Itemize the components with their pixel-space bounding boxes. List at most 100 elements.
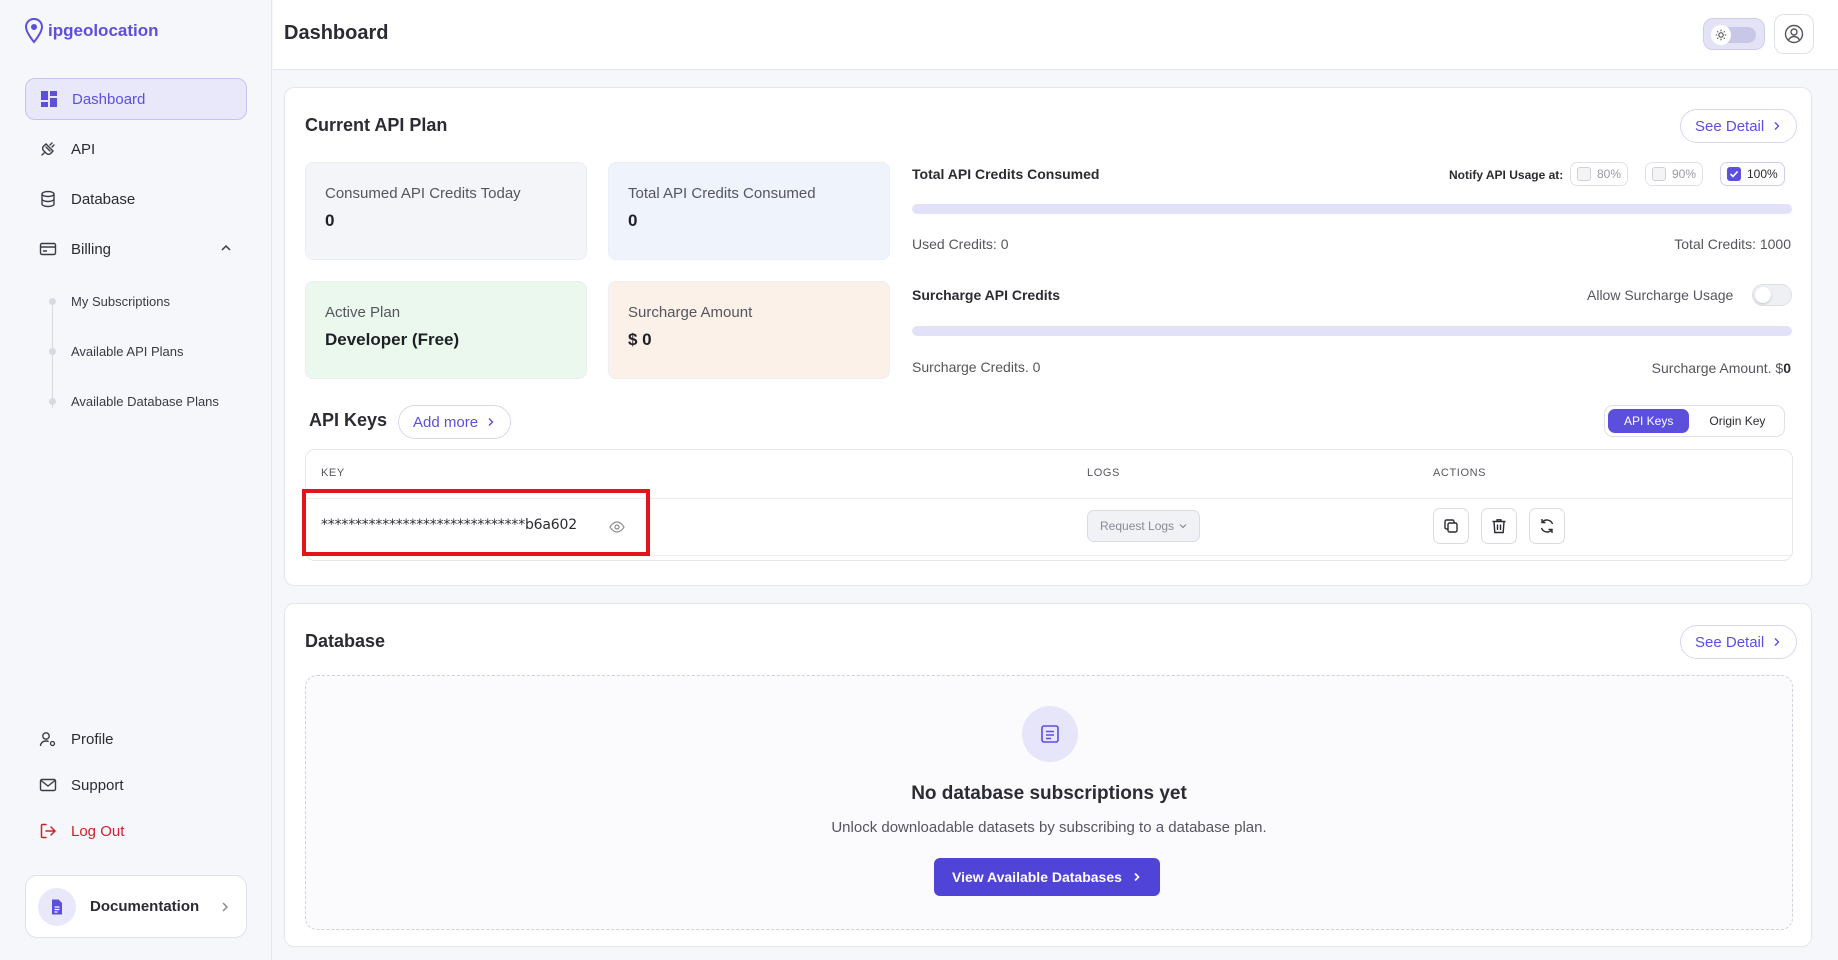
request-logs-label: Request Logs: [1100, 519, 1175, 533]
sidebar-item-label: Dashboard: [72, 90, 146, 108]
location-pin-icon: [24, 18, 44, 44]
sidebar-item-api[interactable]: API: [25, 128, 247, 170]
sidebar-item-label: API: [71, 140, 96, 158]
stat-value: 0: [325, 211, 335, 230]
stat-label: Active Plan: [325, 304, 401, 321]
notify-usage-label: Notify API Usage at:: [1449, 168, 1564, 182]
database-icon: [41, 190, 55, 208]
stat-value: $ 0: [628, 330, 652, 349]
theme-toggle[interactable]: [1703, 18, 1765, 50]
document-icon: [38, 887, 76, 926]
database-see-detail-button[interactable]: See Detail: [1680, 625, 1798, 659]
chevron-up-icon[interactable]: [219, 241, 233, 255]
chevron-right-icon: [1774, 122, 1780, 130]
trash-icon: [1492, 519, 1506, 534]
see-detail-label: See Detail: [1695, 117, 1765, 135]
stat-surcharge-amount: Surcharge Amount $ 0: [608, 281, 890, 379]
surcharge-amount-value: 0: [1783, 360, 1791, 376]
stat-label: Total API Credits Consumed: [628, 185, 816, 202]
api-plan-title: Current API Plan: [305, 115, 448, 135]
checkbox-label: 80%: [1597, 167, 1622, 181]
add-more-label: Add more: [413, 413, 479, 431]
stat-label: Surcharge Amount: [628, 304, 753, 321]
chevron-right-icon: [1134, 872, 1140, 882]
chevron-down-icon: [1179, 524, 1187, 529]
notify-100-checkbox[interactable]: 100%: [1720, 162, 1785, 186]
sidebar-item-billing[interactable]: Billing: [25, 228, 247, 270]
delete-key-button[interactable]: [1481, 508, 1517, 544]
empty-state-text: Unlock downloadable datasets by subscrib…: [831, 819, 1267, 836]
user-circle-icon: [1784, 24, 1804, 44]
app-logo[interactable]: ipgeolocation: [24, 18, 159, 44]
stat-total-consumed: Total API Credits Consumed 0: [608, 162, 890, 260]
checkbox-label: 90%: [1672, 167, 1697, 181]
chevron-right-icon: [1774, 638, 1780, 646]
sun-icon: [1711, 25, 1731, 45]
surcharge-amount-prefix: Surcharge Amount. $: [1651, 360, 1784, 376]
sidebar-item-support[interactable]: Support: [25, 764, 247, 806]
stat-value: Developer (Free): [325, 330, 460, 349]
column-header-actions: ACTIONS: [1433, 467, 1487, 479]
credit-card-icon: [39, 242, 57, 256]
allow-surcharge-label: Allow Surcharge Usage: [1587, 287, 1734, 303]
see-detail-label: See Detail: [1695, 633, 1765, 651]
empty-state-title: No database subscriptions yet: [911, 783, 1187, 804]
tab-origin-key[interactable]: Origin Key: [1693, 409, 1781, 433]
submenu-bullet: [49, 398, 56, 405]
sidebar-item-profile[interactable]: Profile: [25, 718, 247, 760]
user-settings-icon: [39, 732, 56, 747]
regenerate-key-button[interactable]: [1529, 508, 1565, 544]
refresh-icon: [1540, 519, 1554, 533]
key-highlight-box: [302, 489, 650, 556]
stat-active-plan: Active Plan Developer (Free): [305, 281, 587, 379]
tab-api-keys[interactable]: API Keys: [1608, 409, 1690, 433]
column-header-logs: LOGS: [1087, 467, 1120, 479]
cta-label: View Available Databases: [952, 869, 1122, 885]
used-credits-text: Used Credits: 0: [912, 236, 1009, 252]
plug-icon: [41, 142, 55, 156]
api-keys-title: API Keys: [309, 410, 388, 430]
app-logo-text: ipgeolocation: [48, 21, 159, 40]
sidebar-item-logout[interactable]: Log Out: [25, 810, 247, 852]
stat-consumed-today: Consumed API Credits Today 0: [305, 162, 587, 260]
checkmark-icon: [1727, 167, 1741, 181]
sidebar-item-label: Log Out: [71, 822, 125, 840]
notify-80-checkbox[interactable]: 80%: [1570, 162, 1629, 186]
dashboard-grid-icon: [41, 91, 57, 107]
database-empty-state: No database subscriptions yet Unlock dow…: [305, 675, 1793, 930]
notify-90-checkbox[interactable]: 90%: [1645, 162, 1704, 186]
chevron-right-icon: [488, 418, 494, 426]
column-header-key: KEY: [321, 467, 345, 479]
surcharge-amount-text: Surcharge Amount. $0: [1652, 360, 1791, 376]
total-credits-text: Total Credits: 1000: [1674, 236, 1791, 252]
page-title: Dashboard: [284, 22, 389, 44]
sidebar-subitem-available-api-plans[interactable]: Available API Plans: [71, 344, 184, 359]
allow-surcharge-toggle[interactable]: [1752, 284, 1792, 306]
key-type-tabs: API Keys Origin Key: [1604, 405, 1786, 437]
sidebar-item-database[interactable]: Database: [25, 178, 247, 220]
checkbox-box: [1577, 167, 1591, 181]
mail-icon: [39, 778, 57, 792]
sidebar-subitem-my-subscriptions[interactable]: My Subscriptions: [71, 294, 170, 309]
sidebar: ipgeolocation Dashboard API Database Bil…: [0, 0, 272, 960]
sidebar-item-label: Profile: [71, 730, 114, 748]
request-logs-button[interactable]: Request Logs: [1087, 510, 1201, 542]
database-title: Database: [305, 631, 386, 651]
surcharge-progress-bar: [912, 326, 1792, 336]
sidebar-item-dashboard[interactable]: Dashboard: [25, 78, 247, 120]
documentation-card[interactable]: Documentation: [25, 875, 247, 938]
add-more-button[interactable]: Add more: [398, 405, 512, 439]
view-available-databases-button[interactable]: View Available Databases: [934, 858, 1160, 896]
api-plan-see-detail-button[interactable]: See Detail: [1680, 109, 1798, 143]
copy-key-button[interactable]: [1433, 508, 1469, 544]
surcharge-credits-text: Surcharge Credits. 0: [912, 359, 1041, 375]
checkbox-label: 100%: [1747, 167, 1778, 181]
sidebar-item-label: Billing: [71, 240, 112, 258]
documentation-label: Documentation: [90, 898, 200, 915]
user-menu-button[interactable]: [1774, 14, 1814, 54]
chevron-right-icon: [222, 902, 229, 912]
sidebar-subitem-available-database-plans[interactable]: Available Database Plans: [71, 394, 219, 409]
message-square-icon: [1022, 706, 1078, 762]
sidebar-item-label: Support: [71, 776, 124, 794]
surcharge-credits-title: Surcharge API Credits: [912, 287, 1061, 303]
